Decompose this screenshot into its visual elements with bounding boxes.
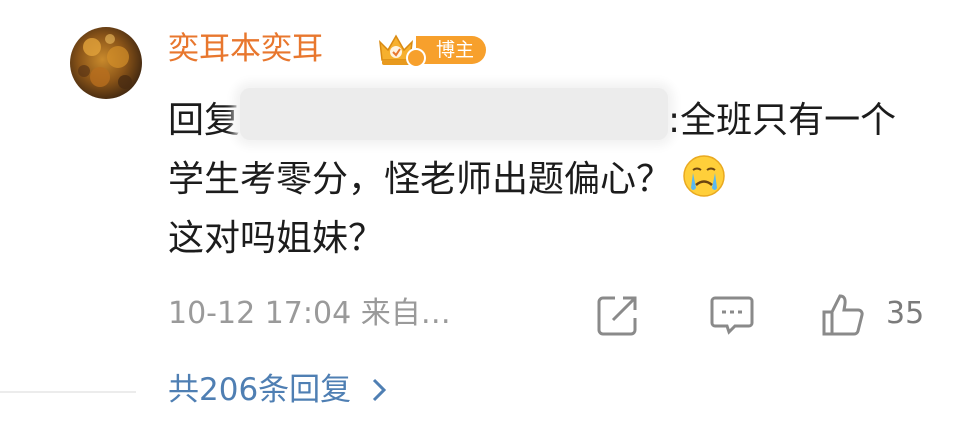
replies-link-label: 共206条回复 (168, 372, 352, 408)
comment-meta: 10-12 17:04 来自… (168, 290, 451, 338)
comment-card: 奕耳本奕耳 博主 回复:全班只有一个学生考零分，怪老师出题偏心？ 这对吗姐妹？ … (0, 0, 964, 432)
comment-icon[interactable] (709, 292, 755, 338)
reply-prefix: 回复 (168, 100, 241, 141)
like-count: 35 (886, 296, 925, 331)
like-icon[interactable] (820, 292, 866, 338)
comment-body: 回复:全班只有一个学生考零分，怪老师出题偏心？ 这对吗姐妹？ (168, 88, 928, 268)
avatar-image (70, 27, 142, 99)
avatar[interactable] (70, 27, 142, 99)
crying-face-emoji-icon (683, 155, 725, 197)
redacted-username (240, 88, 669, 140)
username[interactable]: 奕耳本奕耳 (168, 26, 323, 72)
timestamp: 10-12 17:04 (168, 296, 352, 331)
crown-icon (379, 34, 426, 68)
reply-text-tail: 这对吗姐妹？ (168, 218, 385, 259)
source-label: 来自… (360, 296, 451, 331)
divider (0, 391, 136, 393)
repost-icon[interactable] (595, 292, 641, 338)
chevron-right-icon (373, 378, 387, 402)
comment-meta-row: 10-12 17:04 来自… 35 (168, 290, 938, 338)
view-replies-link[interactable]: 共206条回复 (168, 364, 389, 416)
blogger-badge: 博主 (374, 30, 487, 70)
